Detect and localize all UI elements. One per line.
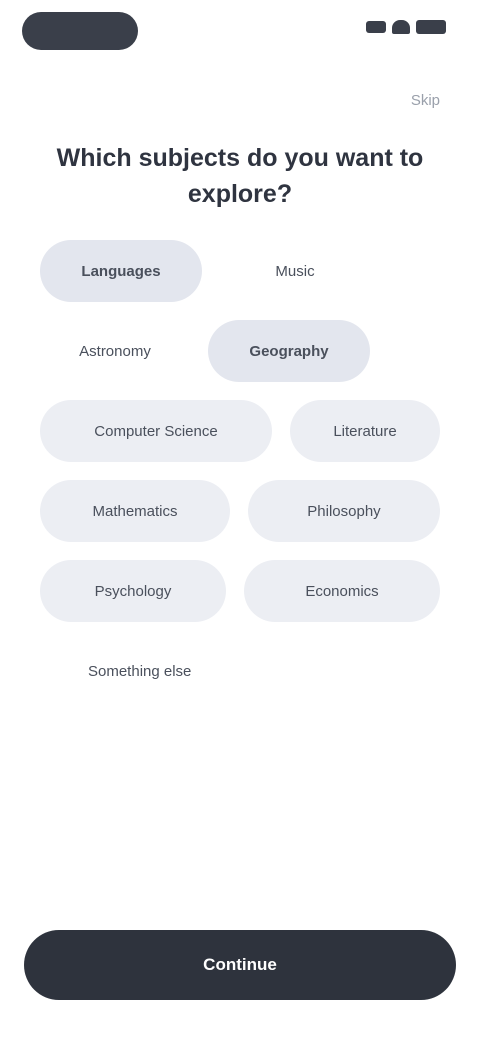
option-computer-science[interactable]: Computer Science bbox=[40, 400, 272, 462]
option-mathematics[interactable]: Mathematics bbox=[40, 480, 230, 542]
status-bar bbox=[0, 0, 480, 60]
option-psychology[interactable]: Psychology bbox=[40, 560, 226, 622]
subject-options: Languages Music Astronomy Geography Comp… bbox=[40, 240, 440, 702]
status-icons bbox=[366, 20, 446, 34]
option-music[interactable]: Music bbox=[220, 240, 370, 302]
skip-button[interactable]: Skip bbox=[411, 92, 440, 109]
wifi-icon bbox=[392, 20, 410, 34]
option-languages[interactable]: Languages bbox=[40, 240, 202, 302]
onboarding-screen: Skip Which subjects do you want to explo… bbox=[0, 0, 480, 1040]
option-economics[interactable]: Economics bbox=[244, 560, 440, 622]
option-astronomy[interactable]: Astronomy bbox=[40, 320, 190, 382]
option-philosophy[interactable]: Philosophy bbox=[248, 480, 440, 542]
dynamic-island bbox=[22, 12, 138, 50]
signal-icon bbox=[366, 21, 386, 33]
continue-button[interactable]: Continue bbox=[24, 930, 456, 1000]
page-title: Which subjects do you want to explore? bbox=[56, 144, 424, 208]
battery-icon bbox=[416, 20, 446, 34]
option-geography[interactable]: Geography bbox=[208, 320, 370, 382]
option-something-else[interactable]: Something else bbox=[40, 640, 280, 702]
option-literature[interactable]: Literature bbox=[290, 400, 440, 462]
